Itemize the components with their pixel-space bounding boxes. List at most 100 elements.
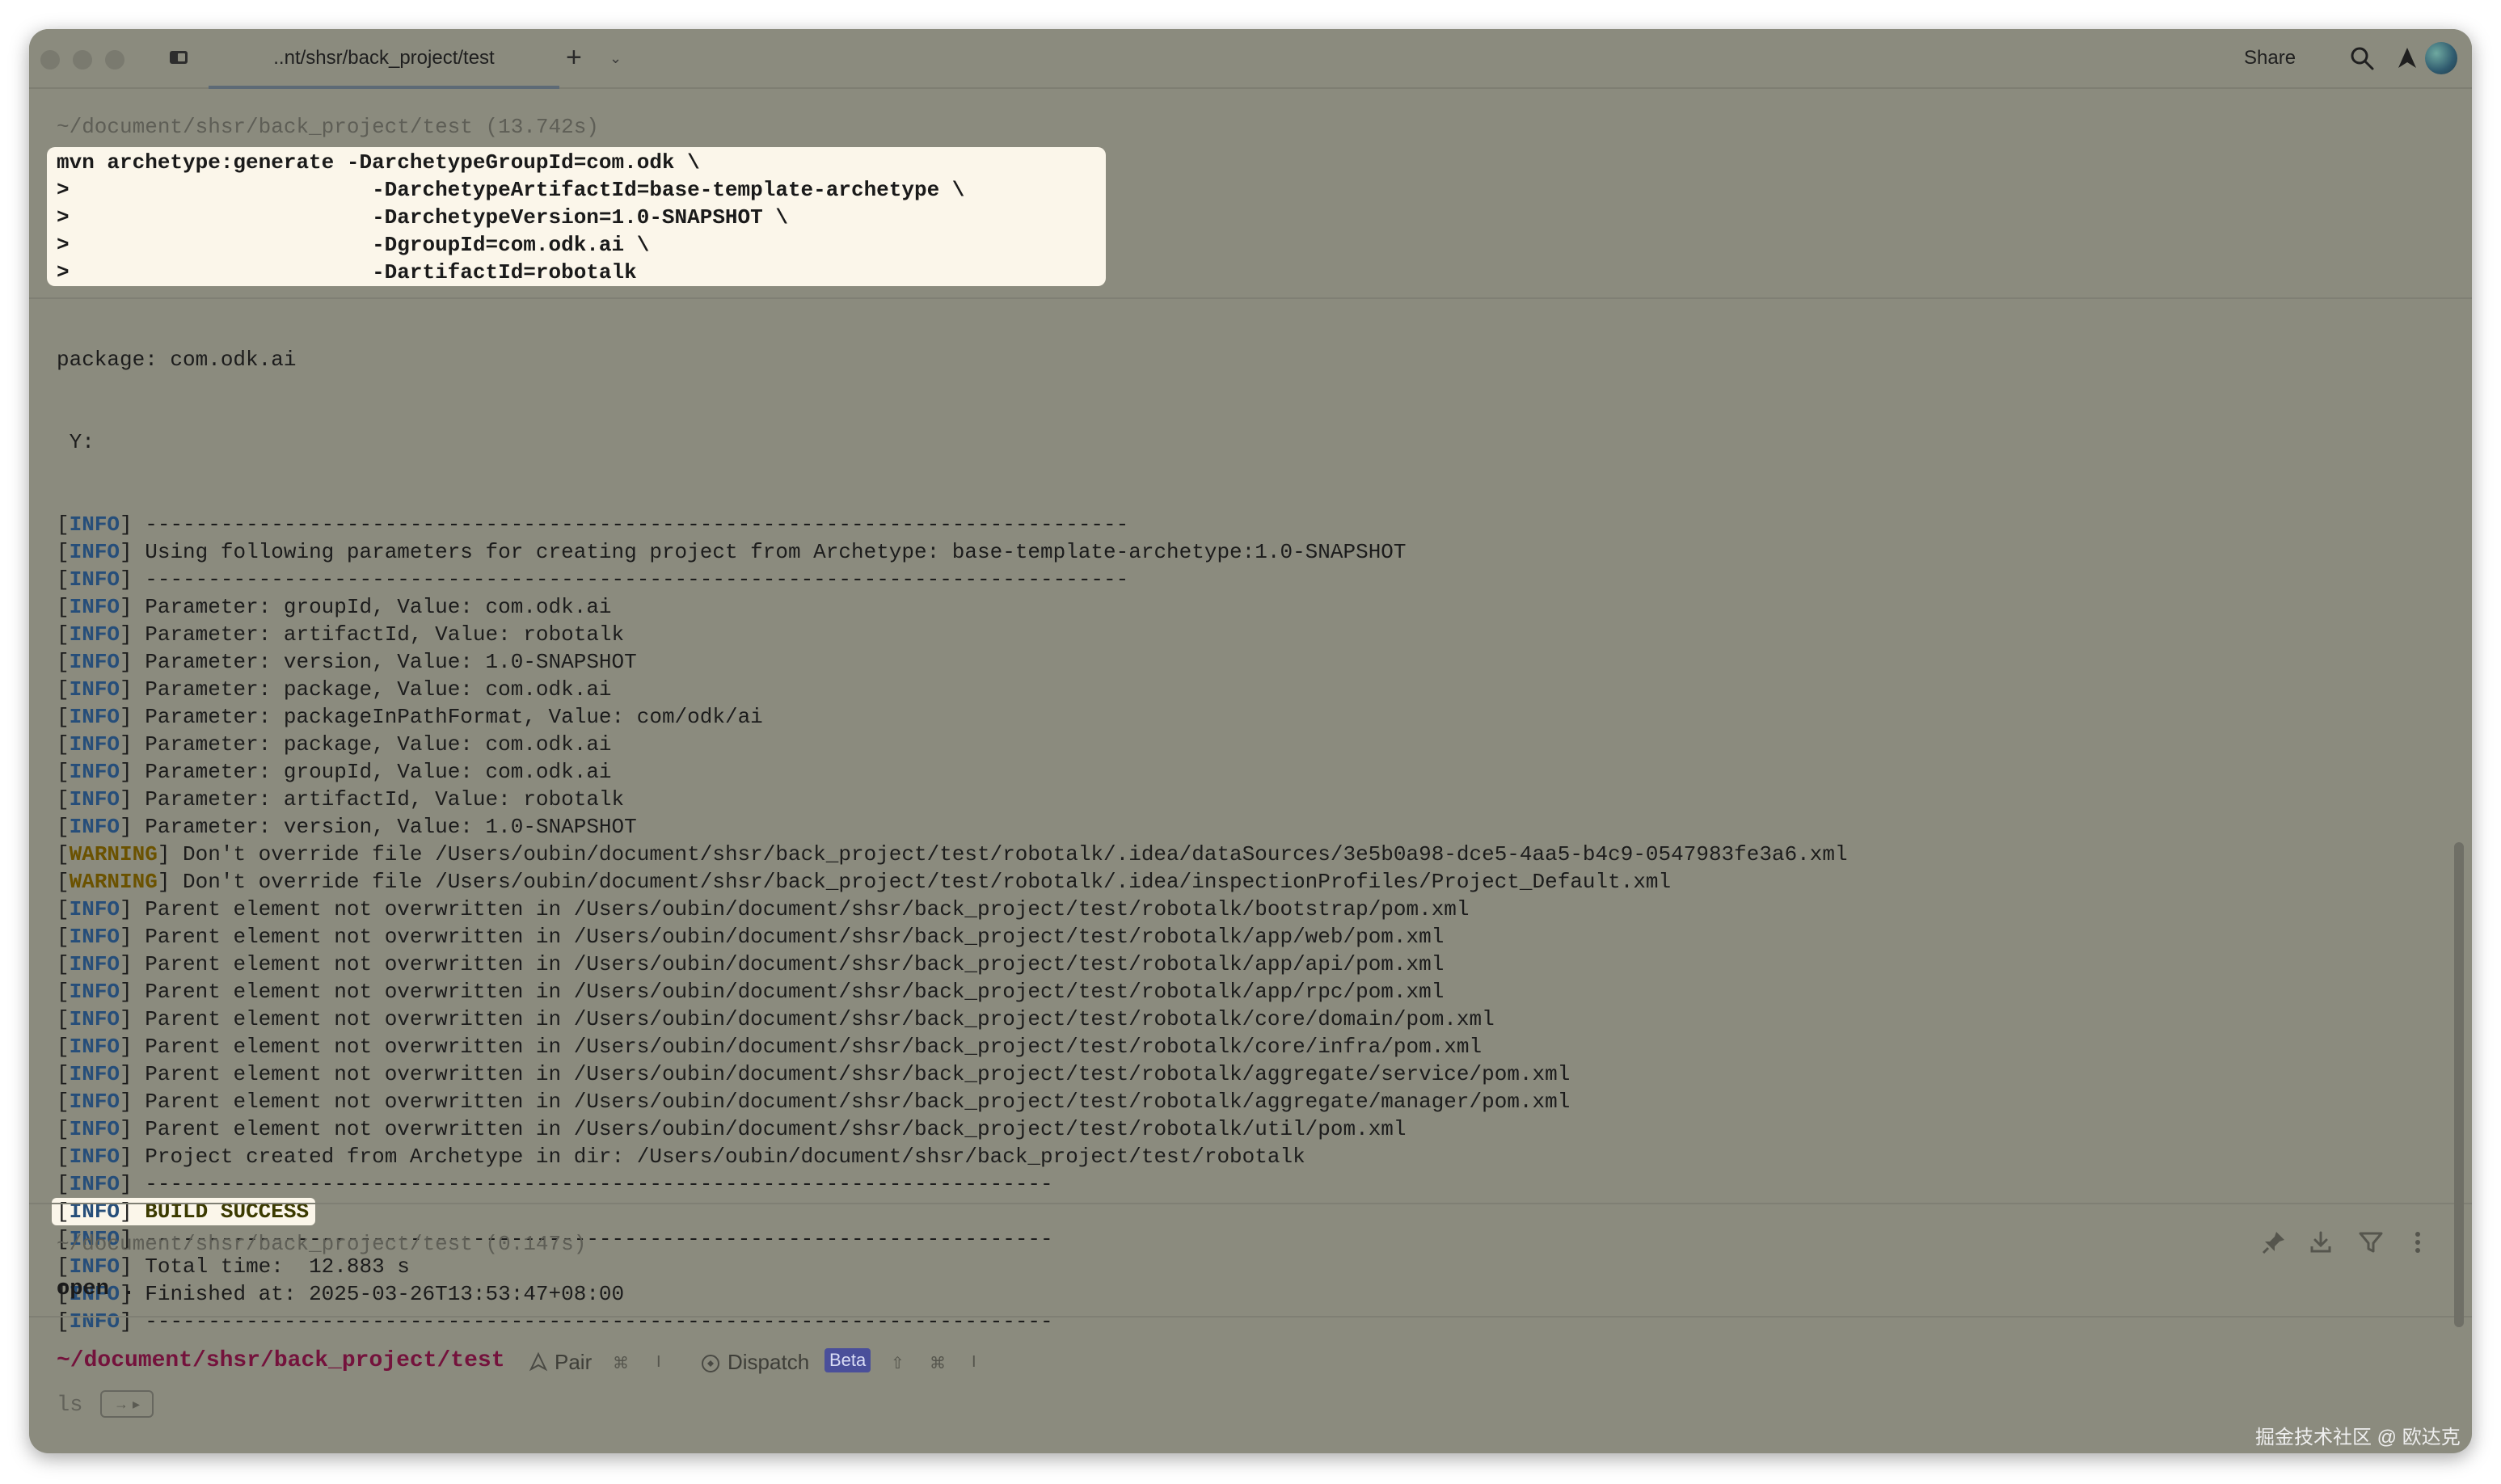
block-path-line: ~/document/shsr/back_project/test (0.147…	[57, 1232, 587, 1256]
dispatch-shortcut-shift: ⇧	[891, 1355, 905, 1372]
log-text: Parent element not overwritten in /Users…	[132, 1007, 1495, 1031]
avatar[interactable]	[2425, 42, 2457, 74]
log-line: [INFO] Parameter: package, Value: com.od…	[57, 732, 612, 757]
info-tag: INFO	[69, 595, 120, 619]
tab-title: ..nt/shsr/back_project/test	[273, 47, 495, 69]
log-line: [INFO] Finished at: 2025-03-26T13:53:47+…	[57, 1282, 625, 1306]
log-text: Using following parameters for creating …	[132, 540, 1407, 564]
log-line: [INFO] ---------------------------------…	[57, 512, 1129, 537]
info-tag: INFO	[69, 1117, 120, 1141]
dispatch-button[interactable]: Dispatch	[728, 1350, 809, 1375]
warp-agent-icon[interactable]	[2393, 44, 2422, 73]
log-text: Don't override file /Users/oubin/documen…	[170, 842, 1848, 866]
pair-button[interactable]: Pair	[555, 1350, 592, 1375]
info-tag: INFO	[69, 1254, 120, 1279]
title-bar: ..nt/shsr/back_project/test + ⌄ Share	[29, 29, 2472, 89]
log-text: Parent element not overwritten in /Users…	[132, 925, 1445, 949]
more-vertical-icon[interactable]	[2404, 1229, 2431, 1256]
close-window-button[interactable]	[40, 50, 60, 70]
info-tag: INFO	[69, 952, 120, 976]
zoom-window-button[interactable]	[105, 50, 124, 70]
info-tag: INFO	[69, 705, 120, 729]
terminal-window: ..nt/shsr/back_project/test + ⌄ Share ~/…	[29, 29, 2472, 1453]
log-line: [INFO] Parent element not overwritten in…	[57, 1035, 1482, 1059]
log-line: [INFO] Parameter: package, Value: com.od…	[57, 677, 612, 702]
log-line: [INFO] Parameter: version, Value: 1.0-SN…	[57, 815, 637, 839]
tab-active[interactable]: ..nt/shsr/back_project/test	[209, 29, 559, 89]
download-icon[interactable]	[2307, 1229, 2334, 1256]
beta-badge: Beta	[825, 1348, 871, 1372]
log-text: Parameter: artifactId, Value: robotalk	[132, 622, 625, 647]
log-line: [INFO] Parent element not overwritten in…	[57, 1062, 1571, 1086]
log-text: ----------------------------------------…	[132, 1309, 1053, 1334]
command-line: > -DgroupId=com.odk.ai \	[57, 233, 650, 257]
search-icon[interactable]	[2347, 44, 2377, 73]
log-text: Parameter: package, Value: com.odk.ai	[132, 732, 612, 757]
scrollbar[interactable]	[2454, 842, 2464, 1327]
prompt-divider	[29, 1316, 2472, 1317]
pin-icon[interactable]	[2260, 1229, 2288, 1256]
info-tag: INFO	[69, 1062, 120, 1086]
log-text: Parent element not overwritten in /Users…	[132, 1062, 1571, 1086]
info-tag: INFO	[69, 815, 120, 839]
log-line: [INFO] ---------------------------------…	[57, 1309, 1053, 1334]
log-line: [INFO] Parameter: artifactId, Value: rob…	[57, 622, 625, 647]
pair-shortcut-key: I	[656, 1353, 661, 1371]
dispatch-icon	[702, 1355, 719, 1372]
info-tag: INFO	[69, 567, 120, 592]
log-line: [WARNING] Don't override file /Users/oub…	[57, 842, 1848, 866]
info-tag: INFO	[69, 732, 120, 757]
command-line: > -DartifactId=robotalk	[57, 260, 637, 285]
block-path-line: ~/document/shsr/back_project/test (13.74…	[57, 115, 599, 139]
log-text: Parent element not overwritten in /Users…	[132, 952, 1445, 976]
minimize-window-button[interactable]	[73, 50, 92, 70]
command-input[interactable]: ls	[57, 1393, 82, 1418]
log-line: [INFO] Parent element not overwritten in…	[57, 952, 1445, 976]
dispatch-shortcut-cmd: ⌘	[930, 1355, 946, 1372]
info-tag: INFO	[69, 650, 120, 674]
log-text: ----------------------------------------…	[132, 512, 1129, 537]
log-text: Don't override file /Users/oubin/documen…	[170, 870, 1672, 894]
output-line: Y:	[57, 430, 95, 454]
accept-suggestion-key: → ▸	[100, 1390, 154, 1418]
log-line: [INFO] Using following parameters for cr…	[57, 540, 1407, 564]
new-tab-menu-chevron-icon[interactable]: ⌄	[609, 50, 622, 67]
prompt-path: ~/document/shsr/back_project/test	[57, 1348, 505, 1373]
pair-icon	[529, 1351, 548, 1372]
log-line: [INFO] Parameter: groupId, Value: com.od…	[57, 760, 612, 784]
log-line: [INFO] ---------------------------------…	[57, 567, 1129, 592]
filter-icon[interactable]	[2357, 1229, 2385, 1256]
log-text: Parameter: groupId, Value: com.odk.ai	[132, 595, 612, 619]
log-text: Parent element not overwritten in /Users…	[132, 1035, 1482, 1059]
command-line: open .	[57, 1277, 136, 1301]
info-tag: INFO	[69, 1309, 120, 1334]
new-tab-button[interactable]: +	[566, 44, 582, 71]
info-tag: INFO	[69, 512, 120, 537]
info-tag: INFO	[69, 760, 120, 784]
log-text: Parent element not overwritten in /Users…	[132, 1117, 1407, 1141]
sidebar-toggle-icon[interactable]	[168, 48, 189, 66]
log-line: [INFO] Parent element not overwritten in…	[57, 925, 1445, 949]
block-divider	[29, 1203, 2472, 1204]
log-line: [INFO] Project created from Archetype in…	[57, 1145, 1305, 1169]
info-tag: INFO	[69, 787, 120, 812]
log-text: Finished at: 2025-03-26T13:53:47+08:00	[132, 1282, 625, 1306]
info-tag: INFO	[69, 622, 120, 647]
log-text: Parent element not overwritten in /Users…	[132, 897, 1470, 921]
info-tag: INFO	[69, 897, 120, 921]
log-line: [WARNING] Don't override file /Users/oub…	[57, 870, 1672, 894]
share-button[interactable]: Share	[2244, 47, 2296, 70]
pair-shortcut: ⌘	[613, 1355, 629, 1372]
info-tag: INFO	[69, 540, 120, 564]
command-line: > -DarchetypeVersion=1.0-SNAPSHOT \	[57, 205, 788, 230]
warning-tag: WARNING	[69, 870, 158, 894]
log-line: [INFO] Parameter: artifactId, Value: rob…	[57, 787, 625, 812]
info-tag: INFO	[69, 1145, 120, 1169]
info-tag: INFO	[69, 980, 120, 1004]
log-text: Parent element not overwritten in /Users…	[132, 1090, 1571, 1114]
log-text: Parameter: groupId, Value: com.odk.ai	[132, 760, 612, 784]
log-line: [INFO] Parameter: packageInPathFormat, V…	[57, 705, 763, 729]
log-text: Parameter: artifactId, Value: robotalk	[132, 787, 625, 812]
log-text: Parameter: version, Value: 1.0-SNAPSHOT	[132, 650, 637, 674]
command-highlight-box: mvn archetype:generate -DarchetypeGroupI…	[47, 147, 1106, 286]
